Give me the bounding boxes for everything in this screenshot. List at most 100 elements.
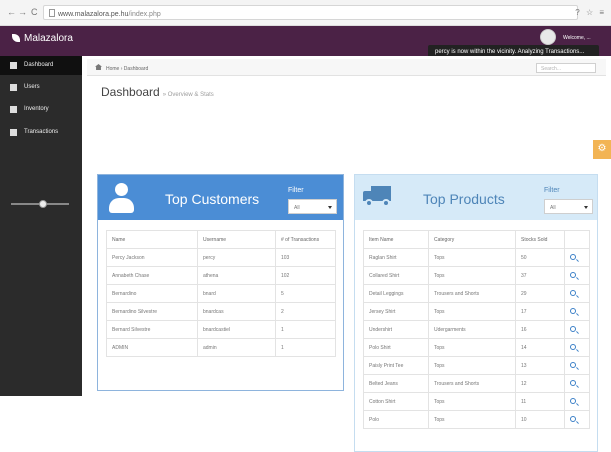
view-button-cell[interactable] (564, 284, 590, 303)
chevron-down-icon (584, 206, 588, 209)
top-customers-header: Top Customers Filter All (98, 175, 343, 220)
table-cell: 17 (515, 302, 565, 321)
customers-filter-label: Filter (288, 187, 304, 194)
reload-icon[interactable]: C (31, 7, 38, 17)
table-row: Collared Shirt Tops 37 (363, 266, 590, 285)
sidebar: Dashboard Users Inventory Transactions (0, 56, 82, 396)
table-cell: 50 (515, 248, 565, 267)
sidebar-item-label: Users (24, 84, 40, 90)
address-bar[interactable]: www.malazalora.pe.hu/index.php (43, 5, 578, 20)
forward-icon[interactable]: → (18, 7, 27, 17)
customers-filter-select[interactable]: All (288, 199, 337, 214)
page-icon (49, 9, 55, 17)
dashboard-icon (10, 62, 17, 69)
table-cell: 37 (515, 266, 565, 285)
sidebar-item-users[interactable]: Users (0, 78, 82, 97)
products-filter-value: All (550, 205, 556, 211)
page-title-text: Dashboard (101, 85, 160, 99)
table-cell: 16 (515, 320, 565, 339)
top-products-panel: Top Products Filter All Item Name Catego… (354, 174, 598, 452)
search-input[interactable]: Search... (536, 63, 596, 73)
view-button-cell[interactable] (564, 248, 590, 267)
browser-menu-icons[interactable]: ? ☆ ≡ (575, 8, 606, 17)
table-cell: 13 (515, 356, 565, 375)
table-cell: Undershirt (363, 320, 429, 339)
breadcrumb-home[interactable]: Home (106, 66, 119, 72)
table-cell: Paisly Print Tee (363, 356, 429, 375)
table-cell: 14 (515, 338, 565, 357)
products-table: Item Name Category Stocks Sold Raglan Sh… (363, 230, 590, 429)
table-cell: percy (197, 248, 276, 267)
sidebar-item-label: Transactions (24, 129, 59, 135)
search-icon[interactable] (570, 253, 576, 260)
view-button-cell[interactable] (564, 410, 590, 429)
table-header: Item Name (363, 230, 429, 249)
view-button-cell[interactable] (564, 266, 590, 285)
search-icon[interactable] (570, 271, 576, 278)
search-icon[interactable] (570, 343, 576, 350)
table-cell: Percy Jackson (106, 248, 198, 267)
view-button-cell[interactable] (564, 338, 590, 357)
customers-table: Name Username # of Transactions Percy Ja… (106, 230, 336, 357)
table-cell: Polo (363, 410, 429, 429)
user-icon (109, 183, 134, 213)
table-cell: 102 (275, 266, 336, 285)
customers-filter-value: All (294, 205, 300, 211)
back-icon[interactable]: ← (7, 7, 16, 17)
view-button-cell[interactable] (564, 356, 590, 375)
table-row: Polo Shirt Tops 14 (363, 338, 590, 357)
sidebar-item-label: Inventory (24, 106, 49, 112)
sidebar-item-label: Dashboard (24, 62, 54, 68)
table-row: Undershirt Udergarments 16 (363, 320, 590, 339)
view-button-cell[interactable] (564, 302, 590, 321)
products-filter-select[interactable]: All (544, 199, 593, 214)
avatar[interactable] (540, 29, 556, 45)
top-customers-panel: Top Customers Filter All Name Username #… (97, 174, 344, 391)
table-cell: 2 (275, 302, 336, 321)
search-icon[interactable] (570, 289, 576, 296)
table-cell: 5 (275, 284, 336, 303)
table-cell: Tops (428, 410, 516, 429)
table-header (564, 230, 590, 249)
view-button-cell[interactable] (564, 374, 590, 393)
table-row: Paisly Print Tee Tops 13 (363, 356, 590, 375)
search-icon[interactable] (570, 307, 576, 314)
table-cell: admin (197, 338, 276, 357)
sidebar-item-dashboard[interactable]: Dashboard (0, 56, 82, 75)
table-cell: Tops (428, 248, 516, 267)
table-row: Raglan Shirt Tops 50 (363, 248, 590, 267)
table-row: Jersey Shirt Tops 17 (363, 302, 590, 321)
view-button-cell[interactable] (564, 320, 590, 339)
brand-name: Malazalora (24, 33, 73, 44)
settings-button[interactable]: ⚙ (593, 140, 611, 159)
table-cell: Trousers and Shorts (428, 284, 516, 303)
breadcrumb-current: Dashboard (123, 66, 149, 72)
url-path: /index.php (128, 11, 161, 18)
sidebar-item-inventory[interactable]: Inventory (0, 100, 82, 119)
table-cell: 1 (275, 320, 336, 339)
breadcrumb-bar: Home › Dashboard Search... (87, 59, 606, 76)
table-cell: Polo Shirt (363, 338, 429, 357)
slider-handle[interactable] (38, 200, 47, 208)
top-products-header: Top Products Filter All (355, 175, 597, 220)
table-header: # of Transactions (275, 230, 336, 249)
sidebar-slider[interactable] (11, 200, 69, 208)
view-button-cell[interactable] (564, 392, 590, 411)
sidebar-item-transactions[interactable]: Transactions (0, 123, 82, 142)
search-icon[interactable] (570, 397, 576, 404)
search-icon[interactable] (570, 325, 576, 332)
url-domain: www.malazalora.pe.hu (58, 11, 129, 18)
table-cell: bnardcas (197, 302, 276, 321)
gear-icon: ⚙ (597, 143, 607, 154)
table-cell: Bernardino (106, 284, 198, 303)
table-row: Bernardino Silvestre bnardcas 2 (106, 302, 336, 321)
welcome-text[interactable]: Welcome, ... (563, 35, 591, 41)
search-icon[interactable] (570, 379, 576, 386)
search-icon[interactable] (570, 415, 576, 422)
brand[interactable]: Malazalora (12, 33, 73, 44)
search-icon[interactable] (570, 361, 576, 368)
table-cell: 103 (275, 248, 336, 267)
table-cell: Trousers and Shorts (428, 374, 516, 393)
top-products-title: Top Products (423, 191, 505, 207)
table-row: Annabeth Chase athena 102 (106, 266, 336, 285)
